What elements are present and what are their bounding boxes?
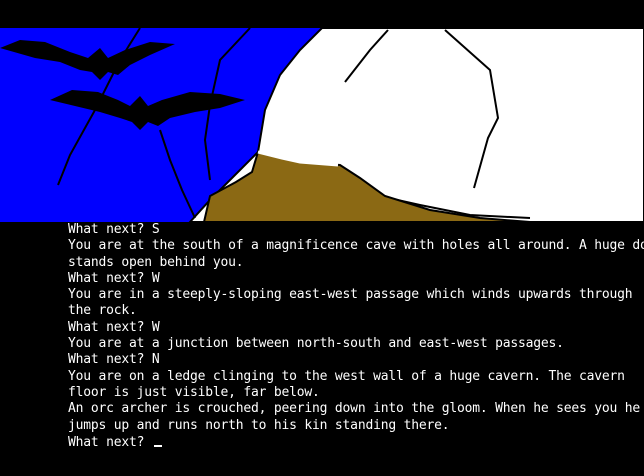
narrative-line: You are in a steeply-sloping east-west p… — [68, 287, 633, 303]
command-history-line: What next? W — [68, 271, 638, 287]
cavern-picture — [0, 27, 644, 222]
command-text: S — [151, 222, 160, 237]
narrative-line: floor is just visible, far below. — [68, 384, 320, 400]
command-text: W — [151, 270, 160, 286]
command-history-line: What next? S — [68, 222, 638, 238]
text-console: What next? S You are at the south of a ma… — [68, 222, 644, 451]
prompt-label: What next? — [68, 270, 145, 286]
prompt-label: What next? — [68, 319, 145, 335]
narrative-line: You are at the south of a magnificence c… — [68, 238, 644, 254]
scene-illustration — [0, 0, 644, 222]
prompt-label: What next? — [68, 434, 145, 450]
narrative-line: the rock. — [68, 303, 137, 319]
narrative-line: stands open behind you. — [68, 254, 244, 270]
narrative-line: You are on a ledge clinging to the west … — [68, 368, 625, 384]
command-input-line[interactable]: What next? — [68, 434, 638, 451]
narrative-line: You are at a junction between north-sout… — [68, 336, 564, 352]
text-cursor — [153, 434, 162, 447]
narrative-line: An orc archer is crouched, peering down … — [68, 401, 640, 417]
command-text: W — [151, 319, 160, 335]
command-history-line: What next? N — [68, 352, 638, 368]
prompt-label: What next? — [68, 352, 145, 368]
narrative-line: jumps up and runs north to his kin stand… — [68, 417, 450, 433]
prompt-label: What next? — [68, 222, 145, 237]
command-history-line: What next? W — [68, 320, 638, 336]
command-text: N — [151, 352, 160, 368]
